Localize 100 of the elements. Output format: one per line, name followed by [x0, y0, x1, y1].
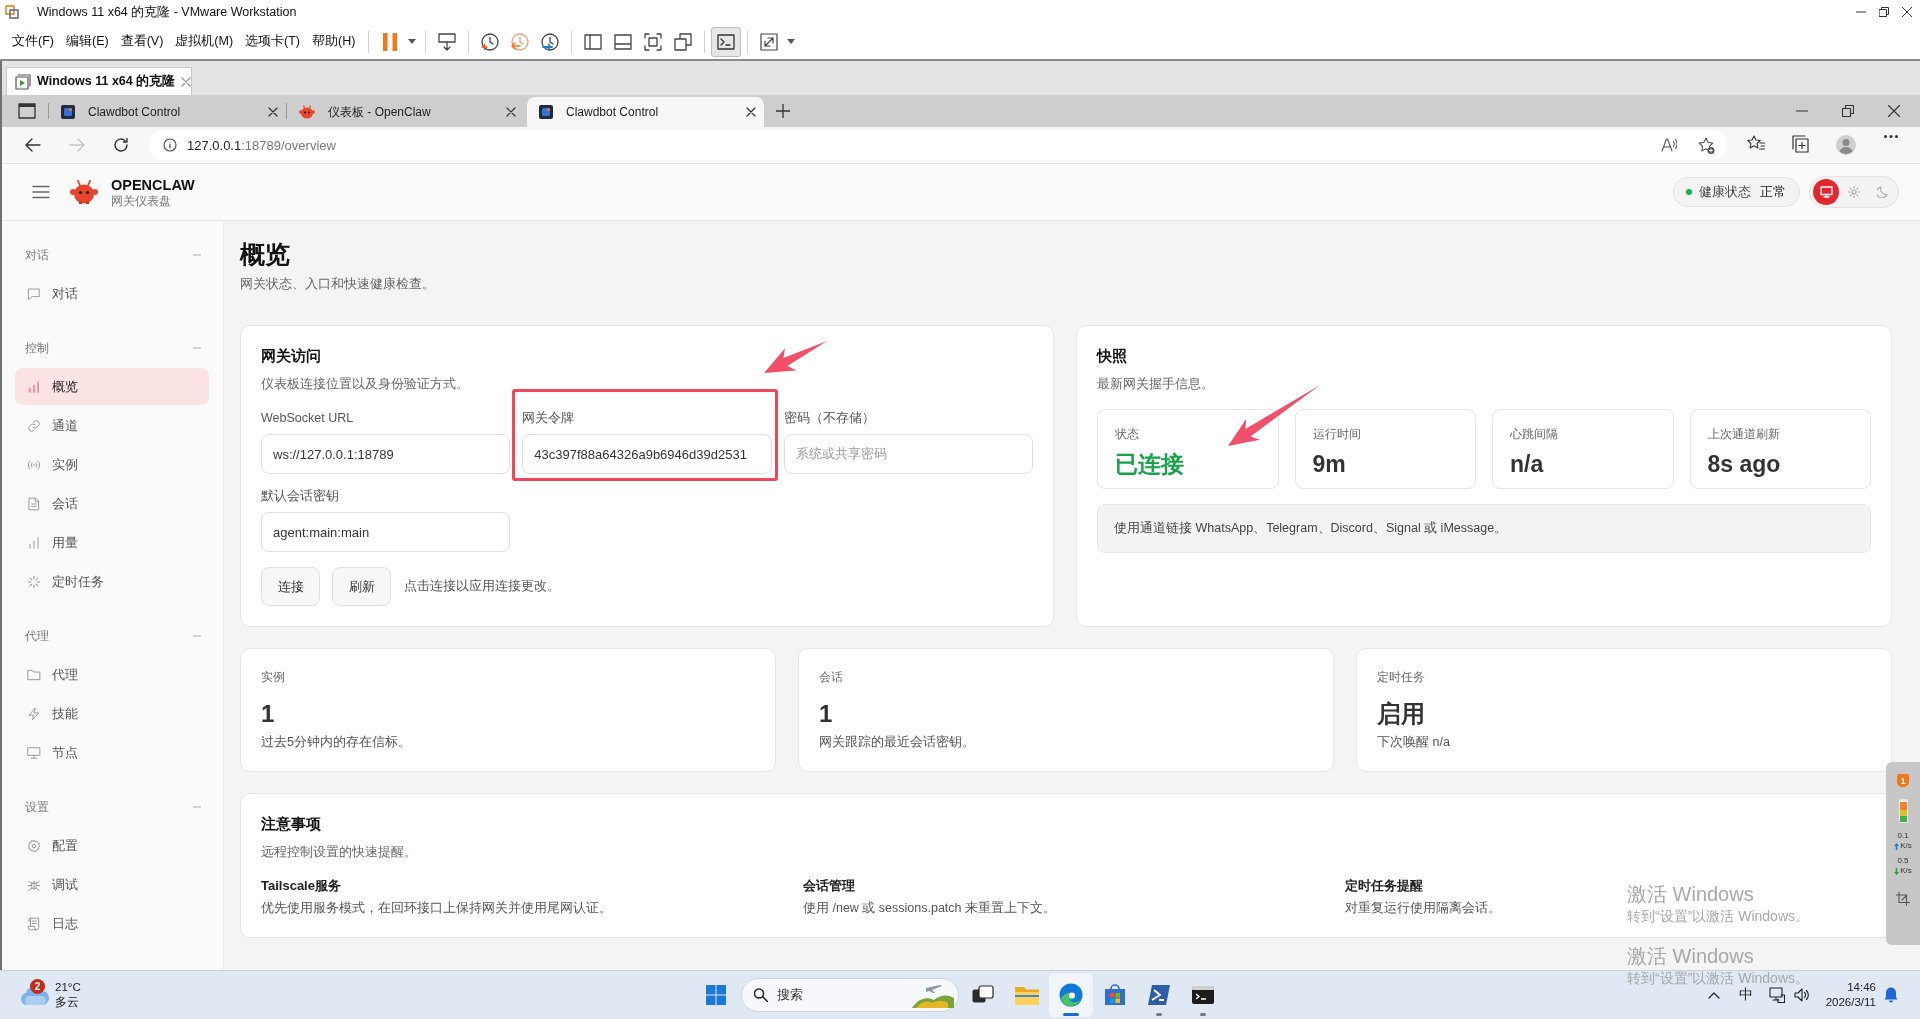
action-button[interactable]: 连接: [261, 567, 320, 606]
input-field[interactable]: 43c397f88a64326a9b6946d39d2531: [522, 434, 772, 474]
nav-item[interactable]: 对话: [15, 275, 209, 312]
close-icon[interactable]: [506, 107, 516, 117]
caret-icon[interactable]: [787, 39, 796, 44]
refresh-icon[interactable]: [113, 137, 129, 153]
chevron-up-icon[interactable]: [1707, 991, 1720, 999]
browser-tab[interactable]: Clawdbot Control: [49, 97, 286, 127]
theme-button[interactable]: [1813, 179, 1839, 205]
note-title: Tailscale服务: [261, 877, 341, 895]
collections-icon[interactable]: [1791, 135, 1810, 153]
close-icon[interactable]: [1888, 105, 1900, 117]
card-title: 网关访问: [261, 347, 322, 366]
network-icon[interactable]: [1768, 987, 1785, 1003]
menu-item[interactable]: 查看(V): [114, 30, 170, 53]
hint-text: 点击连接以应用连接更改。: [404, 578, 560, 595]
nav-item[interactable]: 概览: [15, 368, 209, 405]
panel-layout-icon[interactable]: [614, 33, 633, 50]
browser-tab[interactable]: 仪表板 - OpenClaw: [287, 97, 524, 127]
back-icon[interactable]: [25, 138, 41, 152]
console-icon: [1191, 986, 1214, 1004]
nav-item[interactable]: 用量: [15, 524, 209, 561]
plus-icon[interactable]: [776, 104, 790, 118]
caret-icon[interactable]: [408, 39, 417, 44]
menu-item[interactable]: 选项卡(T): [239, 30, 307, 53]
read-aloud-icon[interactable]: [1661, 138, 1677, 152]
avatar-icon[interactable]: [1835, 135, 1856, 155]
console-view-button[interactable]: [711, 26, 742, 57]
pause-icon[interactable]: [383, 32, 398, 51]
clock-arrow-icon[interactable]: [511, 32, 530, 51]
nav-item[interactable]: 代理: [15, 656, 209, 693]
stat-value: n/a: [1510, 450, 1545, 478]
clock-wrench-icon[interactable]: [541, 32, 560, 51]
summary-value: 启用: [1377, 700, 1426, 728]
mascot-icon: [299, 105, 315, 119]
menu-item[interactable]: 文件(F): [6, 30, 60, 53]
stat-label: 上次通道刷新: [1707, 426, 1781, 442]
maximize-icon[interactable]: [1879, 7, 1889, 17]
note-title: 定时任务提醒: [1345, 877, 1423, 895]
nav-item[interactable]: 定时任务: [15, 563, 209, 600]
app-tile-icon: [539, 105, 553, 119]
input-field[interactable]: agent:main:main: [261, 512, 511, 552]
overlapping-squares-icon[interactable]: [674, 32, 693, 51]
window-icon[interactable]: [18, 103, 36, 119]
nav-item[interactable]: 日志: [15, 905, 209, 942]
favorites-icon[interactable]: [1746, 135, 1765, 151]
summary-value: 1: [261, 700, 276, 728]
star-plus-icon[interactable]: [1698, 136, 1715, 154]
menu-item[interactable]: 虚拟机(M): [169, 30, 240, 53]
nav-item[interactable]: 通道: [15, 407, 209, 444]
field-label: 网关令牌: [522, 410, 575, 427]
folder-icon: [27, 667, 41, 682]
nav-item[interactable]: 会话: [15, 485, 209, 522]
monitor-arrow-icon[interactable]: [438, 32, 457, 51]
input-field[interactable]: ws://127.0.0.1:18789: [261, 434, 511, 474]
menu-item[interactable]: 编辑(E): [59, 30, 115, 53]
note-text: 使用 /new 或 sessions.patch 来重置上下文。: [803, 900, 1056, 917]
temperature: 21°C: [55, 980, 81, 995]
stat-label: 状态: [1115, 426, 1140, 442]
nav-item[interactable]: 配置: [15, 827, 209, 864]
clock-time[interactable]: 14:46: [1825, 980, 1876, 995]
app-logo-icon: [5, 5, 19, 19]
sidebar-layout-icon[interactable]: [584, 33, 603, 50]
restore-icon[interactable]: [1842, 105, 1854, 117]
store-bag-icon: [1103, 984, 1126, 1006]
more-icon[interactable]: [1883, 135, 1898, 138]
nav-item[interactable]: 实例: [15, 446, 209, 483]
address-bar[interactable]: 127.0.0.1:18789/overview: [149, 130, 1727, 160]
vm-tab[interactable]: Windows 11 x64 的克隆: [6, 67, 192, 95]
nav-item[interactable]: 调试: [15, 866, 209, 903]
menu-icon[interactable]: [32, 185, 50, 199]
expand-arrows-icon[interactable]: [760, 32, 779, 51]
down-arrow-icon: [1894, 867, 1900, 875]
section-title: 代理: [25, 627, 49, 645]
action-button[interactable]: 刷新: [332, 567, 391, 606]
close-icon[interactable]: [1902, 7, 1912, 17]
section-title: 设置: [25, 798, 49, 816]
clock-plus-icon[interactable]: [481, 32, 500, 51]
browser-icon: [1058, 983, 1083, 1007]
clock-date[interactable]: 2026/3/11: [1825, 995, 1876, 1010]
nav-item[interactable]: 节点: [15, 734, 209, 771]
card-title: 快照: [1097, 347, 1128, 366]
taskbar-search-box[interactable]: 搜索: [740, 978, 959, 1012]
crop-frame-icon[interactable]: [1896, 892, 1910, 906]
menu-item[interactable]: 帮助(H): [306, 30, 362, 53]
sun-icon: [1848, 186, 1860, 198]
nav-item[interactable]: 技能: [15, 695, 209, 732]
browser-tab[interactable]: Clawdbot Control: [527, 97, 764, 127]
gear-icon: [27, 838, 41, 853]
input-method-indicator[interactable]: 中: [1738, 986, 1753, 1004]
close-icon[interactable]: [746, 107, 756, 117]
task-view-icon: [971, 985, 994, 1005]
start-icon[interactable]: [705, 985, 726, 1005]
speed-unit: K/s: [1900, 841, 1912, 851]
fullscreen-icon[interactable]: [644, 32, 663, 51]
volume-icon[interactable]: [1793, 988, 1810, 1002]
close-icon[interactable]: [268, 107, 278, 117]
field-label: 密码（不存储）: [783, 410, 875, 427]
summary-label: 会话: [819, 669, 844, 685]
notification-bell-icon[interactable]: [1884, 987, 1898, 1003]
